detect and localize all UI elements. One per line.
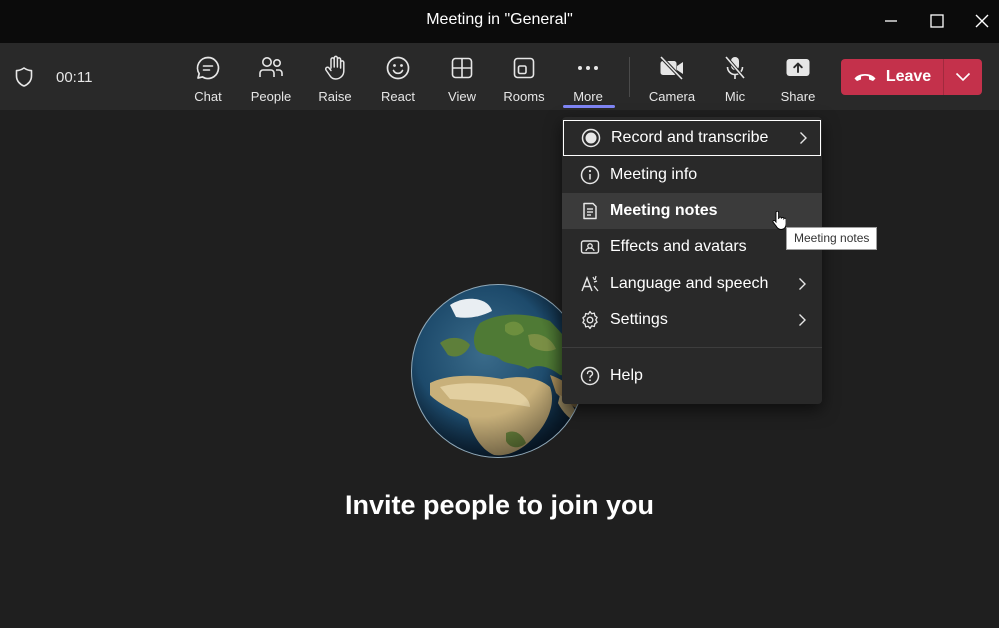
camera-label: Camera <box>648 89 696 104</box>
close-icon <box>975 14 989 28</box>
more-label: More <box>573 89 603 104</box>
meeting-notes-tooltip: Meeting notes <box>786 227 878 250</box>
share-label: Share <box>780 89 816 104</box>
view-grid-icon <box>450 55 474 81</box>
share-button[interactable]: Share <box>780 43 816 110</box>
minimize-button[interactable] <box>877 8 905 34</box>
meeting-toolbar: 00:11 Chat People Raise React View Rooms… <box>0 43 999 110</box>
react-button[interactable]: React <box>378 43 418 110</box>
maximize-button[interactable] <box>923 8 951 34</box>
language-icon <box>580 274 600 294</box>
more-active-indicator <box>563 105 615 108</box>
menu-separator <box>562 347 822 348</box>
people-icon <box>257 55 285 81</box>
rooms-icon <box>512 55 536 81</box>
menu-item-label: Effects and avatars <box>610 238 747 255</box>
chat-icon <box>195 55 221 81</box>
leave-options-button[interactable] <box>944 59 982 95</box>
hand-cursor-icon <box>772 210 787 236</box>
menu-item-label: Meeting notes <box>610 202 718 219</box>
menu-item-settings[interactable]: Settings <box>562 302 822 338</box>
menu-item-label: Language and speech <box>610 275 769 292</box>
close-button[interactable] <box>968 8 996 34</box>
menu-item-label: Record and transcribe <box>611 129 769 146</box>
chat-button[interactable]: Chat <box>188 43 228 110</box>
chat-label: Chat <box>194 89 222 104</box>
title-bar: Meeting in "General" <box>0 0 999 43</box>
effects-icon <box>580 237 600 257</box>
mic-off-icon <box>723 55 747 81</box>
toolbar-divider <box>629 57 630 97</box>
minimize-icon <box>885 20 897 22</box>
more-button[interactable]: More <box>568 43 608 110</box>
chevron-right-icon <box>800 132 807 144</box>
leave-button-group: Leave <box>841 59 982 95</box>
menu-item-meeting-info[interactable]: Meeting info <box>562 157 822 193</box>
rooms-button[interactable]: Rooms <box>503 43 545 110</box>
maximize-icon <box>930 14 944 28</box>
shield-icon <box>14 66 34 93</box>
react-smiley-icon <box>385 55 411 81</box>
hang-up-icon <box>854 74 876 81</box>
more-menu: Record and transcribe Meeting info Meeti… <box>562 117 822 404</box>
rooms-label: Rooms <box>503 89 545 104</box>
menu-item-record-and-transcribe[interactable]: Record and transcribe <box>563 120 821 156</box>
menu-item-language-and-speech[interactable]: Language and speech <box>562 266 822 302</box>
invite-message: Invite people to join you <box>344 490 654 520</box>
people-label: People <box>250 89 292 104</box>
chevron-down-icon <box>955 72 971 82</box>
menu-item-label: Settings <box>610 311 668 328</box>
window-title: Meeting in "General" <box>426 11 573 28</box>
chevron-right-icon <box>799 278 806 290</box>
share-icon <box>785 55 811 81</box>
people-button[interactable]: People <box>251 43 291 110</box>
raise-label: Raise <box>318 89 352 104</box>
earth-globe-image <box>410 283 586 464</box>
chevron-right-icon <box>799 314 806 326</box>
more-ellipsis-icon <box>576 55 600 81</box>
info-icon <box>580 165 600 185</box>
notes-icon <box>580 201 600 221</box>
camera-button[interactable]: Camera <box>648 43 696 110</box>
react-label: React <box>381 89 415 104</box>
help-icon <box>580 366 600 386</box>
camera-off-icon <box>658 55 686 81</box>
raise-hand-icon <box>323 55 347 81</box>
gear-icon <box>580 310 600 330</box>
view-button[interactable]: View <box>442 43 482 110</box>
meeting-timer: 00:11 <box>56 69 93 86</box>
menu-item-help[interactable]: Help <box>562 358 822 394</box>
mic-label: Mic <box>724 89 746 104</box>
mic-button[interactable]: Mic <box>720 43 750 110</box>
raise-hand-button[interactable]: Raise <box>315 43 355 110</box>
menu-item-label: Help <box>610 367 643 384</box>
record-icon <box>581 128 601 148</box>
leave-label: Leave <box>885 68 932 85</box>
leave-button[interactable]: Leave <box>841 59 943 95</box>
menu-item-label: Meeting info <box>610 166 698 183</box>
view-label: View <box>448 89 476 104</box>
